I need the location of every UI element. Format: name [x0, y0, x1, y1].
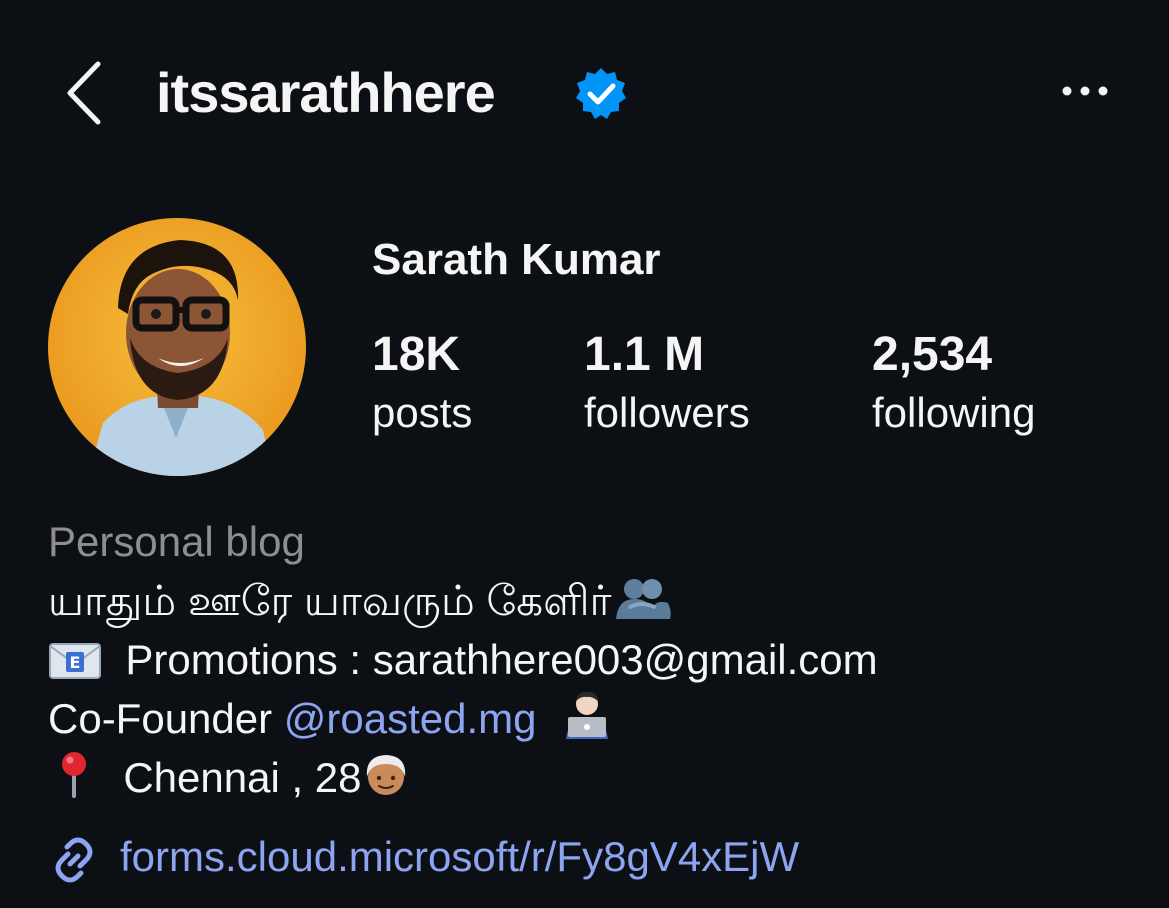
stat-posts[interactable]: 18K posts — [372, 326, 472, 442]
roasted-mention-link[interactable]: @roasted.mg — [284, 695, 537, 742]
avatar-image — [48, 218, 306, 476]
tamil-quote-text: யாதும் ஊரே யாவரும் கேளிர் — [48, 577, 612, 624]
link-icon — [55, 837, 93, 883]
svg-text:E: E — [70, 653, 81, 672]
more-horizontal-icon — [1062, 86, 1108, 96]
stat-following[interactable]: 2,534 following — [872, 326, 1035, 442]
posts-label: posts — [372, 389, 473, 436]
profile-header: itssarathhere — [0, 0, 1169, 180]
profile-link-url[interactable]: forms.cloud.microsoft/r/Fy8gV4xEjW — [120, 826, 799, 888]
posts-count: 18K — [372, 328, 461, 381]
more-options-button[interactable] — [1055, 78, 1115, 104]
round-pushpin-icon — [62, 752, 86, 798]
display-name: Sarath Kumar — [372, 235, 661, 284]
following-count: 2,534 — [872, 328, 993, 381]
verified-badge-icon — [576, 68, 626, 119]
bio-founder-line: Co-Founder @roasted.mg — [48, 689, 1128, 748]
category-label: Personal blog — [48, 518, 305, 565]
followers-label: followers — [584, 389, 750, 436]
username: itssarathhere — [156, 61, 496, 124]
profile-bio: Personal blog யாதும் ஊரே யாவரும் கேளிர் … — [48, 512, 1128, 807]
people-hugging-icon — [615, 579, 671, 619]
founder-prefix: Co-Founder — [48, 695, 284, 742]
bio-location-line: Chennai , 28 — [48, 748, 1128, 807]
incoming-envelope-icon: E — [49, 643, 101, 679]
technologist-icon — [565, 691, 608, 739]
back-button[interactable] — [60, 58, 110, 128]
followers-count: 1.1 M — [584, 328, 705, 381]
bio-email-line: E Promotions : sarathhere003@gmail.com — [48, 630, 1128, 689]
profile-avatar[interactable] — [48, 218, 306, 476]
older-person-icon — [366, 755, 405, 795]
location-text: Chennai , 28 — [123, 754, 362, 801]
email-text: Promotions : sarathhere003@gmail.com — [125, 636, 878, 683]
stat-followers[interactable]: 1.1 M followers — [584, 326, 750, 442]
bio-tamil-line: யாதும் ஊரே யாவரும் கேளிர் — [48, 571, 1128, 630]
following-label: following — [872, 389, 1036, 436]
chevron-left-icon — [67, 61, 101, 125]
